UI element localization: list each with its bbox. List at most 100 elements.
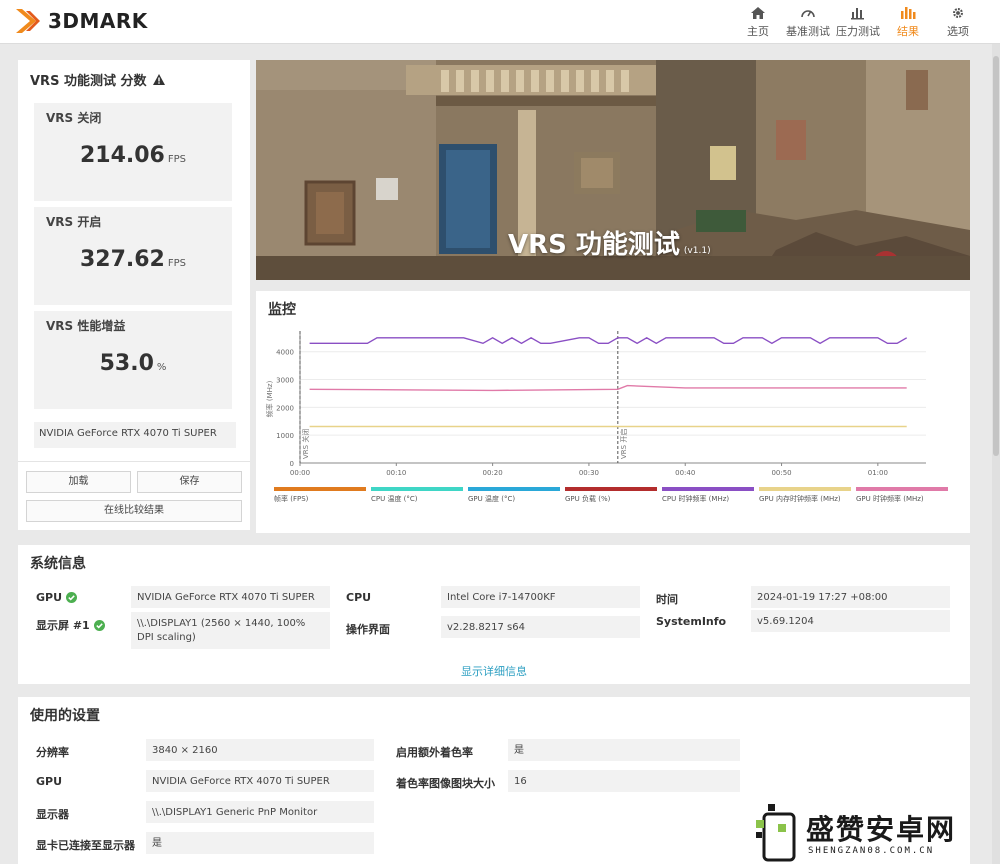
legend-label: CPU 温度 (°C) <box>371 495 418 503</box>
y-axis-label: 频率 (MHz) <box>265 380 274 417</box>
y-tick-label: 1000 <box>276 432 294 440</box>
watermark-url: SHENGZAN08.COM.CN <box>808 846 935 856</box>
sys-time-label: 时间 <box>656 593 678 606</box>
series-line <box>309 336 908 345</box>
nav-options-label: 选项 <box>947 25 969 38</box>
monitor-panel: 监控 0 1000 2000 3000 4000 频率 (MHz) 00:00 00:10 00… <box>256 291 970 533</box>
gear-icon <box>953 8 963 18</box>
nav-stress-label: 压力测试 <box>836 25 880 38</box>
logo-text: 3DMARK <box>48 9 148 33</box>
set-gpu-value: NVIDIA GeForce RTX 4070 Ti SUPER <box>146 770 374 792</box>
legend-item[interactable]: 帧率 (FPS) <box>274 487 366 504</box>
watermark-text: 盛赞安卓网 <box>806 813 957 846</box>
sys-time-value: 2024-01-19 17:27 +08:00 <box>751 586 950 608</box>
score-gpu-name: NVIDIA GeForce RTX 4070 Ti SUPER <box>34 422 236 448</box>
legend-swatch <box>468 487 560 491</box>
vrs-off-score: VRS 关闭 214.06 FPS <box>34 103 232 201</box>
sys-sysinfo-value: v5.69.1204 <box>751 610 950 632</box>
divider <box>18 461 250 462</box>
legend-swatch <box>274 487 366 491</box>
vrs-on-value-row: 327.62 FPS <box>34 247 232 272</box>
site-watermark: 盛赞安卓网 SHENGZAN08.COM.CN <box>752 800 1000 864</box>
test-hero-image: VRS 功能测试 (v1.1) <box>256 60 970 280</box>
vrs-on-value: 327.62 <box>79 247 165 272</box>
legend-label: 帧率 (FPS) <box>274 495 309 503</box>
gauge-icon <box>801 10 815 18</box>
page-scrollbar[interactable] <box>992 44 1000 864</box>
legend-swatch <box>856 487 948 491</box>
hero-title: VRS 功能测试 (v1.1) <box>508 224 711 261</box>
x-tick-label: 00:50 <box>771 469 791 477</box>
nav-benchmarks[interactable]: 基准测试 <box>784 4 832 39</box>
vrs-off-value: 214.06 <box>79 143 165 168</box>
load-button[interactable]: 加载 <box>26 471 131 493</box>
legend-swatch <box>565 487 657 491</box>
sys-cpu-value: Intel Core i7-14700KF <box>441 586 640 608</box>
sys-gpu-value: NVIDIA GeForce RTX 4070 Ti SUPER <box>131 586 330 608</box>
set-extra-shading-value: 是 <box>508 739 740 761</box>
system-info-panel: 系统信息 GPU NVIDIA GeForce RTX 4070 Ti SUPE… <box>18 545 970 684</box>
warning-icon[interactable] <box>152 74 165 85</box>
phase-marker-label: VRS 开启 <box>619 429 628 459</box>
set-connected-label: 显卡已连接至显示器 <box>36 839 135 852</box>
score-panel: VRS 功能测试 分数 VRS 关闭 214.06 FPS VRS 开启 327.… <box>18 60 250 530</box>
vrs-gain-value-row: 53.0% <box>34 351 232 376</box>
settings-title: 使用的设置 <box>30 708 100 724</box>
sys-ui-value: v2.28.8217 s64 <box>441 616 640 638</box>
set-resolution-value: 3840 × 2160 <box>146 739 374 761</box>
legend-label: GPU 时钟频率 (MHz) <box>856 495 924 503</box>
vrs-gain-value: 53.0 <box>99 351 154 376</box>
legend-item[interactable]: GPU 负载 (%) <box>565 487 657 504</box>
legend-item[interactable]: GPU 时钟频率 (MHz) <box>856 487 948 504</box>
phase-marker-label: VRS 关闭 <box>301 429 310 459</box>
vrs-on-score: VRS 开启 327.62 FPS <box>34 207 232 305</box>
nav-results[interactable]: 结果 <box>884 4 932 39</box>
nav-options[interactable]: 选项 <box>934 4 982 39</box>
sys-display-label-text: 显示屏 #1 <box>36 619 90 632</box>
set-extra-shading-label: 启用额外着色率 <box>396 746 473 759</box>
set-connected-value: 是 <box>146 832 374 854</box>
set-gpu-label: GPU <box>36 775 63 788</box>
sys-cpu-label: CPU <box>346 591 372 604</box>
vrs-gain-label: VRS 性能增益 <box>46 319 126 333</box>
score-title-text: VRS 功能测试 分数 <box>30 74 147 89</box>
legend-swatch <box>371 487 463 491</box>
compare-online-button[interactable]: 在线比较结果 <box>26 500 242 522</box>
nav-home[interactable]: 主页 <box>734 4 782 39</box>
x-tick-label: 00:30 <box>579 469 599 477</box>
app-header: 3DMARK 主页 基准测试 压力测试 结果 选项 <box>0 0 1000 44</box>
nav-stress-tests[interactable]: 压力测试 <box>834 4 882 39</box>
x-tick-label: 00:40 <box>675 469 695 477</box>
x-tick-label: 01:00 <box>868 469 888 477</box>
hero-title-text: VRS 功能测试 <box>508 230 680 260</box>
scrollbar-thumb[interactable] <box>993 56 999 456</box>
save-button[interactable]: 保存 <box>137 471 242 493</box>
y-tick-label: 4000 <box>276 349 294 357</box>
bars-icon <box>851 8 864 20</box>
legend-item[interactable]: GPU 内存时钟频率 (MHz) <box>759 487 851 504</box>
app-logo: 3DMARK <box>14 7 148 35</box>
set-display-value: \\.\DISPLAY1 Generic PnP Monitor <box>146 801 374 823</box>
set-display-label: 显示器 <box>36 808 69 821</box>
vrs-on-label: VRS 开启 <box>46 215 102 229</box>
monitor-chart: 0 1000 2000 3000 4000 频率 (MHz) 00:00 00:10 00:20… <box>265 331 926 477</box>
legend-item[interactable]: CPU 时钟频率 (MHz) <box>662 487 754 504</box>
set-tile-size-value: 16 <box>508 770 740 792</box>
watermark-phone-logo <box>756 804 796 862</box>
show-details-link[interactable]: 显示详细信息 <box>18 663 970 679</box>
vrs-on-unit: FPS <box>167 258 187 269</box>
nav-home-label: 主页 <box>747 25 769 38</box>
legend-swatch <box>759 487 851 491</box>
sys-display-label: 显示屏 #1 <box>36 617 105 633</box>
legend-item[interactable]: GPU 温度 (°C) <box>468 487 560 504</box>
sys-gpu-label-text: GPU <box>36 591 63 604</box>
check-circle-icon <box>66 592 78 603</box>
hero-version: (v1.1) <box>683 246 711 256</box>
x-tick-label: 00:00 <box>290 469 310 477</box>
vrs-gain-unit: % <box>156 362 167 373</box>
vrs-off-label: VRS 关闭 <box>46 111 102 125</box>
x-tick-label: 00:20 <box>483 469 503 477</box>
x-tick-label: 00:10 <box>386 469 406 477</box>
nav-benchmarks-label: 基准测试 <box>786 25 830 38</box>
legend-item[interactable]: CPU 温度 (°C) <box>371 487 463 504</box>
